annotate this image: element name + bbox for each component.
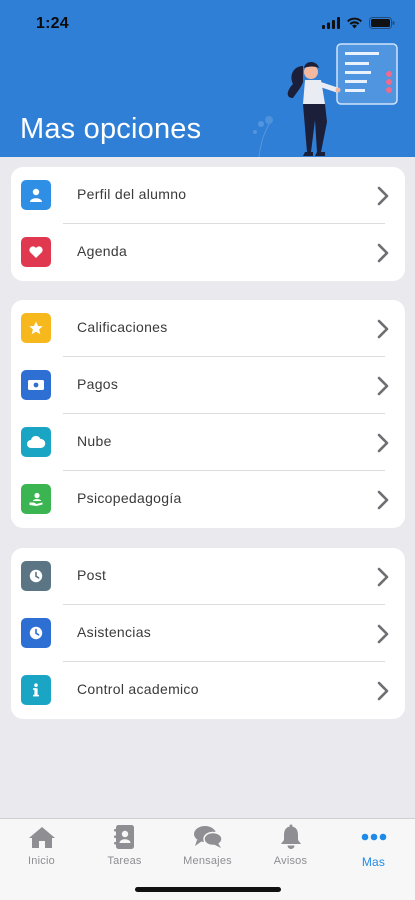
tab-label: Inicio <box>28 855 55 867</box>
money-icon <box>21 370 51 400</box>
chevron-right-icon <box>377 567 389 587</box>
menu-item-perfil-del-alumno[interactable]: Perfil del alumno <box>11 167 405 224</box>
menu-item-label: Control academico <box>77 681 199 697</box>
menu-item-calificaciones[interactable]: Calificaciones <box>11 300 405 357</box>
home-indicator[interactable] <box>135 887 281 892</box>
status-time: 1:24 <box>36 15 69 32</box>
tab-mas[interactable]: Mas <box>332 823 415 873</box>
menu-card-profile: Perfil del alumno Agenda <box>11 167 405 281</box>
menu-item-label: Psicopedagogía <box>77 490 182 506</box>
chevron-right-icon <box>377 433 389 453</box>
bell-icon <box>276 823 306 851</box>
chevron-right-icon <box>377 624 389 644</box>
page-title: Mas opciones <box>20 113 202 145</box>
user-icon <box>21 180 51 210</box>
tab-label: Mas <box>361 855 386 869</box>
tab-label: Avisos <box>273 855 308 867</box>
tab-label: Tareas <box>107 855 142 867</box>
menu-item-label: Post <box>77 567 107 583</box>
status-icons <box>322 16 395 34</box>
menu-item-post[interactable]: Post <box>11 548 405 605</box>
menu-item-psicopedagogia[interactable]: Psicopedagogía <box>11 471 405 528</box>
header: 1:24 Mas opciones <box>0 0 415 157</box>
home-icon <box>27 823 57 851</box>
menu-item-nube[interactable]: Nube <box>11 414 405 471</box>
menu-item-label: Asistencias <box>77 624 152 640</box>
clock-icon <box>21 618 51 648</box>
tab-inicio[interactable]: Inicio <box>0 823 83 873</box>
chevron-right-icon <box>377 681 389 701</box>
tab-avisos[interactable]: Avisos <box>249 823 332 873</box>
tab-mensajes[interactable]: Mensajes <box>166 823 249 873</box>
tab-label: Mensajes <box>183 855 232 867</box>
menu-item-label: Calificaciones <box>77 319 168 335</box>
chat-bubbles-icon <box>193 823 223 851</box>
menu-item-label: Nube <box>77 433 112 449</box>
chevron-right-icon <box>377 186 389 206</box>
chevron-right-icon <box>377 319 389 339</box>
hand-user-icon <box>21 484 51 514</box>
menu-item-label: Agenda <box>77 243 128 259</box>
menu-item-asistencias[interactable]: Asistencias <box>11 605 405 662</box>
signal-icon <box>322 16 340 34</box>
menu-item-control-academico[interactable]: Control academico <box>11 662 405 719</box>
cloud-icon <box>21 427 51 457</box>
menu-card-records: Post Asistencias Control academico <box>11 548 405 719</box>
chevron-right-icon <box>377 243 389 263</box>
woman-board-illustration <box>253 43 398 157</box>
menu-item-pagos[interactable]: Pagos <box>11 357 405 414</box>
menu-item-agenda[interactable]: Agenda <box>11 224 405 281</box>
menu-item-label: Perfil del alumno <box>77 186 187 202</box>
more-dots-icon <box>359 823 389 851</box>
clock-icon <box>21 561 51 591</box>
heart-icon <box>21 237 51 267</box>
menu-item-label: Pagos <box>77 376 119 392</box>
star-icon <box>21 313 51 343</box>
battery-icon <box>369 16 395 34</box>
wifi-icon <box>346 16 363 34</box>
chevron-right-icon <box>377 376 389 396</box>
tab-tareas[interactable]: Tareas <box>83 823 166 873</box>
menu-card-academic: Calificaciones Pagos Nube Psicopedagogía <box>11 300 405 528</box>
chevron-right-icon <box>377 490 389 510</box>
contacts-book-icon <box>110 823 140 851</box>
info-icon <box>21 675 51 705</box>
